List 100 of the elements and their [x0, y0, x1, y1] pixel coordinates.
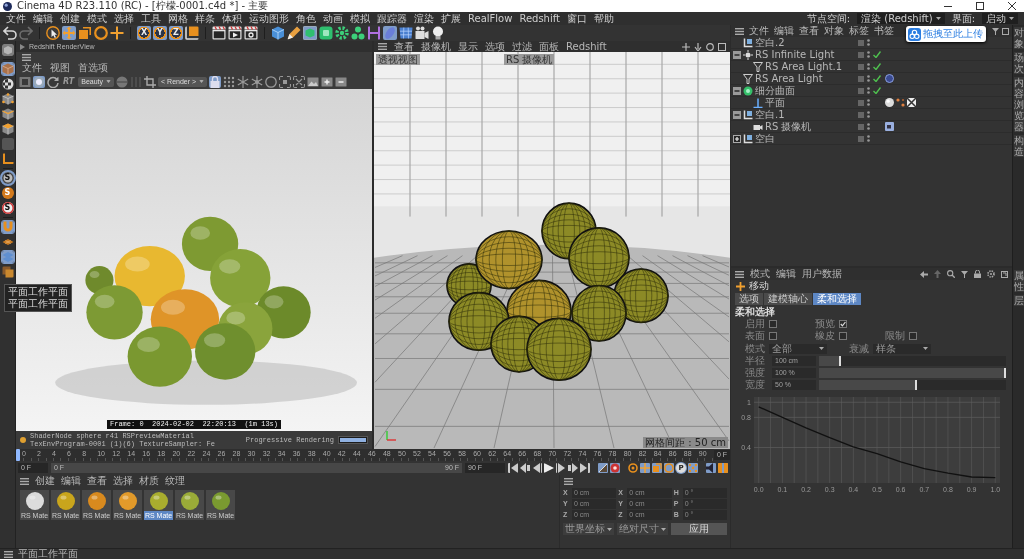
object-name[interactable]: 平面: [765, 96, 785, 109]
apply-button[interactable]: 应用: [671, 523, 727, 535]
focus-frame-icon[interactable]: [279, 75, 292, 88]
check-icon[interactable]: [873, 51, 881, 58]
maximize-view-icon[interactable]: [718, 42, 726, 51]
maximize-icon[interactable]: [976, 2, 984, 10]
camera-icon[interactable]: [415, 26, 429, 40]
target-ring-icon[interactable]: [628, 463, 638, 473]
visibility-dots-icon[interactable]: [867, 87, 870, 94]
object-name[interactable]: RS Area Light: [755, 72, 823, 85]
checkbox[interactable]: [839, 332, 847, 340]
menu-item[interactable]: 角色: [296, 12, 316, 25]
menu-item[interactable]: 选择: [113, 475, 133, 487]
tab[interactable]: 选项: [735, 293, 763, 305]
menu-item[interactable]: 选项: [485, 40, 505, 53]
speaker-icon[interactable]: [706, 463, 716, 473]
edges-icon[interactable]: [1, 108, 14, 120]
visibility-dots-icon[interactable]: [867, 99, 870, 106]
layout-dropdown[interactable]: 启动: [982, 13, 1018, 24]
lock-icon[interactable]: [974, 270, 982, 278]
snowflake-icon[interactable]: [251, 75, 264, 88]
visibility-dots-icon[interactable]: [867, 135, 870, 142]
menu-item[interactable]: 文件: [22, 62, 42, 74]
step-back-icon[interactable]: [532, 463, 542, 473]
menu-item[interactable]: 首选项: [78, 62, 108, 74]
check-icon[interactable]: [873, 63, 881, 70]
move-view-icon[interactable]: [682, 42, 690, 51]
checkbox[interactable]: [909, 332, 917, 340]
side-tab[interactable]: 对象: [1013, 27, 1024, 49]
visibility-dots-icon[interactable]: [867, 39, 870, 46]
close-icon[interactable]: [1008, 2, 1016, 10]
coordinate-system-icon[interactable]: [185, 26, 199, 40]
menu-item[interactable]: 编辑: [33, 12, 53, 25]
menu-item[interactable]: 网格: [168, 12, 188, 25]
visibility-dots-icon[interactable]: [867, 75, 870, 82]
search-icon[interactable]: [947, 270, 956, 278]
side-tab[interactable]: 场次: [1013, 52, 1024, 74]
bracket-icon[interactable]: [367, 26, 381, 40]
camera-tag-icon[interactable]: [885, 122, 894, 131]
menu-icon[interactable]: [378, 43, 387, 50]
collapse-icon[interactable]: [733, 110, 741, 119]
object-name[interactable]: RS 摄像机: [765, 120, 812, 133]
visibility-dots-icon[interactable]: [867, 111, 870, 118]
settings-icon[interactable]: [987, 270, 996, 278]
filter-icon[interactable]: [992, 28, 1000, 35]
expand-icon[interactable]: [733, 134, 741, 143]
menu-item[interactable]: 跟踪器: [377, 12, 407, 25]
menu-item[interactable]: 视图: [50, 62, 70, 74]
menu-item[interactable]: 工具: [141, 12, 161, 25]
redshift-tag-icon[interactable]: [885, 74, 894, 83]
object-name[interactable]: 空白: [755, 132, 775, 145]
tab[interactable]: 建模轴心: [764, 293, 812, 305]
menu-icon[interactable]: [20, 477, 29, 485]
menu-item[interactable]: 书签: [874, 25, 894, 37]
spheres-icon[interactable]: [351, 26, 365, 40]
rotate-view-icon[interactable]: [706, 42, 714, 51]
menu-icon[interactable]: [735, 270, 744, 278]
slider-track[interactable]: [819, 380, 1007, 390]
pen-icon[interactable]: [287, 26, 301, 40]
slider-handle[interactable]: [1004, 368, 1007, 378]
undo-icon[interactable]: [3, 26, 17, 40]
menu-item[interactable]: Redshift: [566, 40, 607, 53]
plus-icon[interactable]: [110, 26, 124, 40]
menu-item[interactable]: 扩展: [441, 12, 461, 25]
axis-icon[interactable]: [1, 153, 14, 165]
dropdown[interactable]: 全部: [769, 343, 827, 354]
menu-icon[interactable]: [22, 53, 31, 61]
rotate-icon[interactable]: [94, 26, 108, 40]
visibility-dots-icon[interactable]: [867, 63, 870, 70]
axis-lock-button[interactable]: X: [137, 26, 151, 40]
menu-item[interactable]: 摄像机: [421, 40, 451, 53]
menu-item[interactable]: RealFlow: [468, 12, 513, 25]
skip-start-icon[interactable]: [508, 463, 518, 473]
skip-end-icon[interactable]: [580, 463, 590, 473]
collapse-icon[interactable]: [733, 86, 741, 95]
auto-key-icon[interactable]: [610, 463, 620, 473]
rounded-cube-icon[interactable]: [319, 26, 333, 40]
axis-lock-button[interactable]: Y: [153, 26, 167, 40]
menu-item[interactable]: 查看: [87, 475, 107, 487]
side-tab[interactable]: 层: [1013, 295, 1024, 306]
filter-icon[interactable]: [961, 270, 969, 278]
menu-item[interactable]: 体积: [222, 12, 242, 25]
dots-tag-icon[interactable]: [896, 98, 905, 107]
next-key-icon[interactable]: [568, 463, 578, 473]
menu-item[interactable]: 编辑: [774, 25, 794, 37]
dropdown[interactable]: 样条: [873, 343, 931, 354]
menu-item[interactable]: 对象: [824, 25, 844, 37]
realtime-toggle[interactable]: RT: [61, 75, 77, 88]
side-tab[interactable]: 属性: [1013, 270, 1024, 292]
checkbox[interactable]: [769, 320, 777, 328]
solo-button[interactable]: S: [1, 202, 14, 214]
menu-item[interactable]: 样条: [195, 12, 215, 25]
menu-icon[interactable]: [564, 477, 573, 485]
object-name[interactable]: 空白.2: [755, 36, 785, 49]
menu-item[interactable]: 模式: [87, 12, 107, 25]
scale-icon[interactable]: [78, 26, 92, 40]
slider-track[interactable]: [819, 356, 1007, 366]
menu-item[interactable]: 查看: [799, 25, 819, 37]
menu-item[interactable]: 窗口: [567, 12, 587, 25]
live-selection-icon[interactable]: [46, 26, 60, 40]
